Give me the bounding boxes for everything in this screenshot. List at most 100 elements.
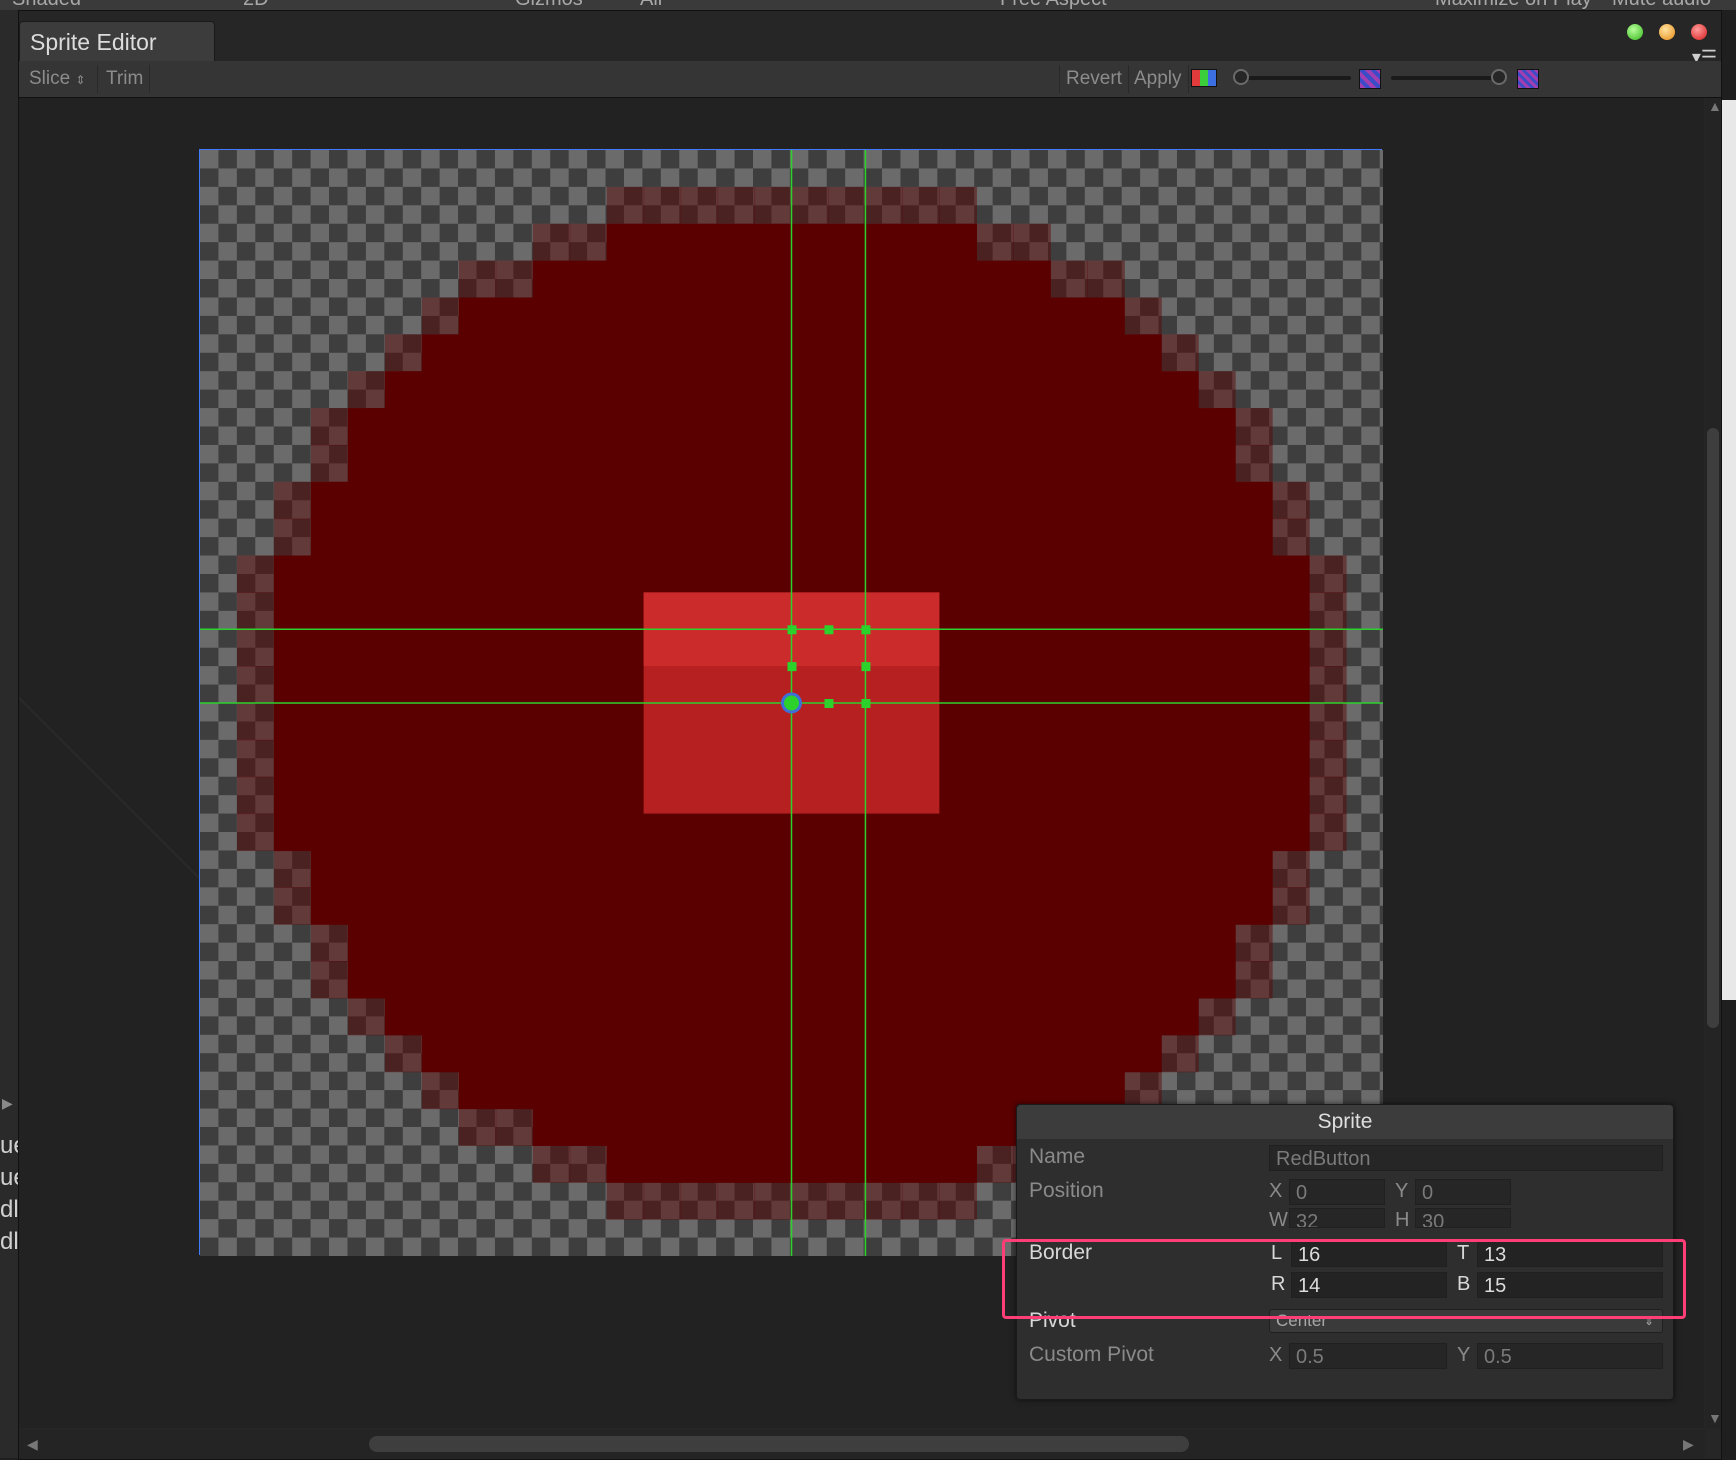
vertical-scroll-thumb[interactable] — [1707, 428, 1719, 1028]
checker-tile — [292, 979, 311, 998]
pivot-handle-icon[interactable] — [781, 692, 802, 714]
rgb-channels-icon[interactable] — [1191, 69, 1217, 87]
sprite-pixel — [680, 997, 719, 1036]
checker-tile — [1195, 297, 1214, 316]
sprite-pixel — [1087, 629, 1125, 667]
checker-tile — [273, 408, 293, 427]
apply-button[interactable]: Apply — [1128, 65, 1189, 93]
checker-tile — [236, 1071, 256, 1091]
custom-pivot-y-field[interactable]: 0.5 — [1477, 1343, 1663, 1369]
scroll-left-icon[interactable]: ◀ — [27, 1436, 38, 1453]
checker-tile — [347, 1145, 366, 1164]
sprite-pixel — [1050, 924, 1088, 962]
sprite-pixel — [643, 481, 682, 520]
tab-sprite-editor[interactable]: Sprite Editor — [19, 21, 215, 62]
sprite-pixel — [1013, 371, 1051, 409]
checker-tile — [292, 426, 311, 445]
sprite-pixel — [643, 1034, 682, 1073]
sprite-selection-rect[interactable] — [199, 149, 1383, 1256]
checker-tile — [494, 150, 514, 169]
gizmos-dropdown[interactable]: Gizmos — [515, 0, 583, 10]
hierarchy-search-filter[interactable]: All — [640, 0, 662, 10]
sprite-pixel — [495, 1034, 534, 1073]
checker-tile — [329, 168, 348, 187]
sprite-pixel — [347, 924, 386, 962]
border-handle[interactable] — [787, 662, 797, 672]
checker-tile — [1324, 1053, 1343, 1072]
mip-slider-handle[interactable] — [1491, 69, 1507, 85]
checker-tile — [1250, 1053, 1270, 1072]
mode-2d-button[interactable]: 2D — [243, 0, 269, 10]
checker-tile — [513, 242, 532, 261]
maximize-on-play-toggle[interactable]: Maximize on Play — [1435, 0, 1592, 10]
sprite-pixel — [828, 408, 867, 446]
scroll-down-icon[interactable]: ▼ — [1708, 1410, 1722, 1426]
sprite-edge-pixel — [236, 776, 275, 815]
sprite-pixel — [754, 1071, 793, 1110]
alpha-toggle-icon[interactable] — [1359, 69, 1381, 89]
pos-w-field[interactable]: 32 — [1289, 1208, 1385, 1228]
border-handle[interactable] — [861, 625, 871, 635]
border-handle[interactable] — [861, 662, 871, 672]
pos-h-field[interactable]: 30 — [1415, 1208, 1511, 1228]
slice-dropdown[interactable]: Slice ⇕ — [23, 65, 98, 93]
border-handle[interactable] — [787, 625, 797, 635]
shading-dropdown[interactable]: Shaded — [12, 0, 81, 10]
trim-button[interactable]: Trim — [100, 65, 151, 93]
horizontal-scrollbar[interactable]: ◀ ▶ — [19, 1429, 1705, 1459]
sprite-pixel — [1013, 297, 1051, 335]
sprite-pixel — [384, 997, 423, 1036]
sprite-edge-pixel — [236, 666, 275, 704]
checker-tile — [255, 168, 274, 187]
scroll-right-icon[interactable]: ▶ — [1683, 1436, 1694, 1453]
sprite-pixel — [902, 850, 940, 888]
sprite-pixel — [1235, 813, 1273, 852]
mip-slider-track[interactable] — [1391, 76, 1501, 80]
sprite-pixel — [976, 850, 1014, 888]
mipmap-toggle-icon[interactable] — [1517, 69, 1539, 89]
sprite-pixel — [495, 997, 534, 1036]
sprite-edge-pixel — [1309, 776, 1347, 815]
sprite-pixel — [939, 1034, 977, 1073]
checker-tile — [623, 1237, 643, 1256]
checker-tile — [292, 279, 311, 298]
vertical-scrollbar[interactable]: ▲ ▼ — [1705, 98, 1722, 1428]
checker-tile — [384, 186, 403, 206]
sprite-pixel — [606, 961, 645, 999]
sprite-pixel — [976, 1034, 1014, 1073]
horizontal-scroll-thumb[interactable] — [369, 1436, 1189, 1452]
sprite-pixel — [569, 961, 608, 999]
scroll-up-icon[interactable]: ▲ — [1708, 98, 1722, 114]
minimize-window-icon[interactable] — [1659, 24, 1675, 40]
checker-tile — [1361, 352, 1380, 372]
sprite-pixel — [310, 776, 349, 815]
border-handle[interactable] — [861, 699, 871, 708]
sprite-pixel — [976, 297, 1014, 335]
sprite-pixel — [1050, 850, 1088, 888]
sprite-pixel — [495, 629, 534, 667]
checker-tile — [1361, 463, 1380, 482]
checker-tile — [218, 868, 237, 888]
border-handle[interactable] — [824, 699, 834, 708]
custom-pivot-x-field[interactable]: 0.5 — [1289, 1343, 1447, 1369]
checker-tile — [402, 1163, 422, 1183]
revert-button[interactable]: Revert — [1059, 65, 1129, 93]
sprite-pixel — [828, 1145, 867, 1183]
zoom-slider-track[interactable] — [1241, 76, 1351, 80]
border-handle[interactable] — [824, 625, 834, 635]
pos-x-field[interactable]: 0 — [1289, 1179, 1385, 1205]
sprite-pixel — [273, 666, 312, 704]
name-field[interactable]: RedButton — [1269, 1145, 1663, 1171]
zoom-slider-handle[interactable] — [1233, 69, 1249, 85]
zoom-window-icon[interactable] — [1627, 24, 1643, 40]
mute-audio-toggle[interactable]: Mute audio — [1612, 0, 1711, 10]
sprite-pixel — [495, 1071, 534, 1110]
close-window-icon[interactable] — [1691, 24, 1707, 40]
foldout-arrow-icon[interactable]: ▶ — [2, 1095, 13, 1112]
checker-tile — [900, 1219, 919, 1238]
checker-tile — [236, 924, 256, 943]
aspect-dropdown[interactable]: Free Aspect — [1000, 0, 1107, 10]
checker-tile — [1324, 537, 1343, 556]
sprite-pixel — [458, 408, 497, 446]
pos-y-field[interactable]: 0 — [1415, 1179, 1511, 1205]
